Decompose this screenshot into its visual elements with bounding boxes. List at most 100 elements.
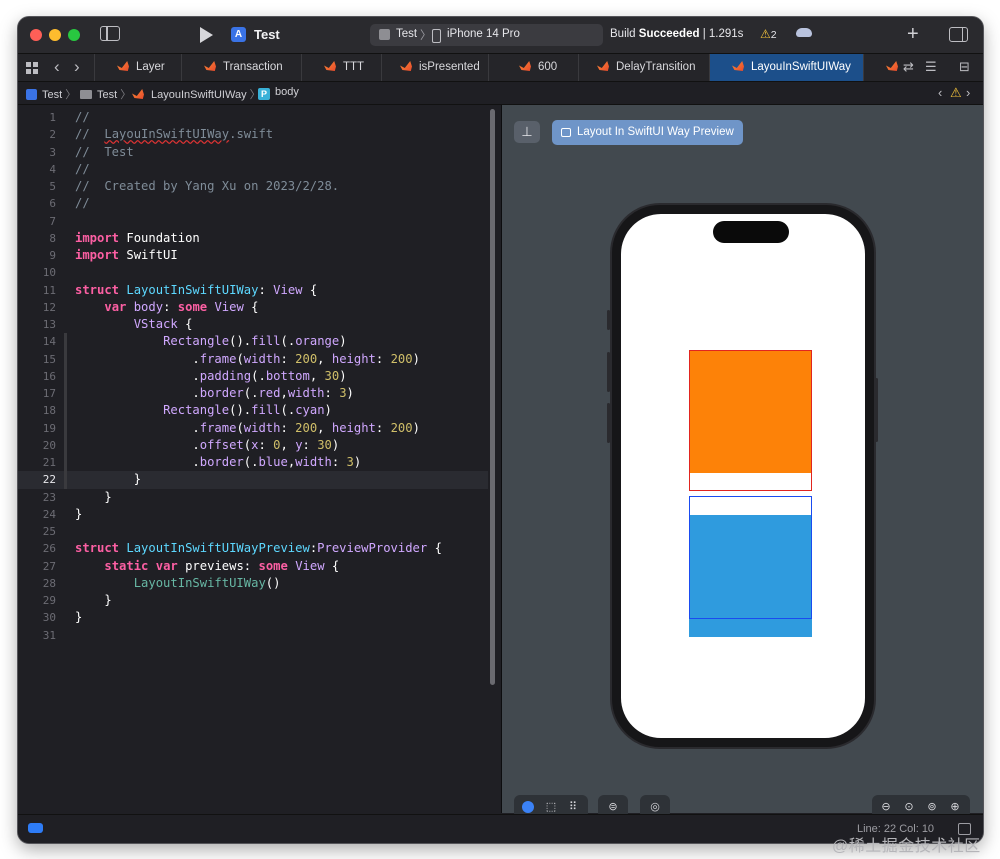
tab-transaction[interactable]: Transaction	[181, 54, 301, 81]
back-chevron-icon[interactable]: ‹	[54, 57, 60, 77]
line-number: 15	[42, 352, 56, 366]
code-line[interactable]: 7	[18, 213, 488, 230]
code-text: .border(.red,width: 3)	[192, 386, 354, 400]
fold-ribbon[interactable]	[64, 436, 67, 454]
zoom-fit-icon[interactable]: ⊚	[924, 799, 940, 815]
zoom-in-icon[interactable]: ⊕	[947, 799, 963, 815]
code-line[interactable]: 20 .offset(x: 0, y: 30)	[18, 436, 488, 454]
fold-ribbon[interactable]	[64, 333, 67, 351]
line-number: 5	[49, 180, 56, 193]
code-line[interactable]: 25	[18, 523, 488, 540]
code-line[interactable]: 10	[18, 264, 488, 281]
code-line[interactable]: 31	[18, 627, 488, 644]
zoom-window-button[interactable]	[68, 29, 80, 41]
code-line[interactable]: 14 Rectangle().fill(.orange)	[18, 333, 488, 351]
tab-layer[interactable]: Layer	[94, 54, 181, 81]
breadcrumb-folder[interactable]: Test 〉	[80, 86, 131, 102]
tab-delaytransition[interactable]: DelayTransition	[578, 54, 709, 81]
fold-ribbon[interactable]	[64, 454, 67, 472]
fold-ribbon[interactable]	[64, 350, 67, 368]
zoom-out-icon[interactable]: ⊖	[878, 799, 894, 815]
add-editor-icon[interactable]: ⊟	[959, 59, 970, 75]
tab-overflow[interactable]	[863, 54, 903, 81]
breadcrumb-file[interactable]: LayouInSwiftUIWay 〉	[132, 86, 261, 102]
debug-area-toggle-icon[interactable]	[28, 823, 43, 833]
code-line[interactable]: 22 }	[18, 471, 488, 489]
code-line[interactable]: 12 var body: some View {	[18, 299, 488, 316]
code-line[interactable]: 30}	[18, 609, 488, 626]
selectable-mode-icon[interactable]: ⬚	[543, 799, 559, 815]
minimize-window-button[interactable]	[49, 29, 61, 41]
code-line[interactable]: 11 struct LayoutInSwiftUIWay: View {	[18, 282, 488, 299]
breadcrumb-symbol[interactable]: Pbody	[258, 86, 299, 100]
run-destination[interactable]: iPhone 14 Pro	[447, 28, 520, 40]
forward-chevron-icon[interactable]: ›	[74, 57, 80, 77]
cloud-icon[interactable]	[796, 28, 812, 37]
fold-ribbon[interactable]	[64, 419, 67, 437]
scheme-target[interactable]: Test	[396, 28, 417, 40]
code-line[interactable]: 1 //	[18, 109, 488, 126]
swap-arrows-icon[interactable]: ⇄	[903, 59, 914, 75]
pin-icon[interactable]: ⊥	[514, 121, 540, 143]
code-text: import Foundation	[75, 230, 200, 245]
code-line[interactable]: 18 Rectangle().fill(.cyan)	[18, 402, 488, 420]
close-window-button[interactable]	[30, 29, 42, 41]
code-line[interactable]: 28 LayoutInSwiftUIWay()	[18, 575, 488, 592]
related-items-grid-icon[interactable]	[26, 62, 38, 74]
fold-ribbon[interactable]	[64, 367, 67, 385]
source-editor[interactable]: 1 // 2 // LayouInSwiftUIWay.swift 3 // Test 4 /…	[18, 105, 501, 813]
property-badge-icon: P	[258, 88, 270, 100]
live-mode-icon[interactable]	[522, 801, 534, 813]
code-line[interactable]: 4 //	[18, 161, 488, 178]
code-line[interactable]: 29 }	[18, 592, 488, 609]
library-add-button[interactable]: +	[907, 23, 919, 46]
device-settings-icon[interactable]: ⊜	[605, 799, 621, 815]
code-lines[interactable]: 1 // 2 // LayouInSwiftUIWay.swift 3 // Test 4 /…	[18, 109, 488, 644]
inspector-toggle-icon[interactable]	[949, 27, 968, 42]
code-text: .padding(.bottom, 30)	[192, 368, 347, 383]
warning-icon[interactable]: ⚠	[950, 85, 962, 101]
profile-icon[interactable]: ◎	[647, 799, 663, 815]
previous-issue-chevron-icon[interactable]: ‹	[938, 85, 942, 100]
fold-ribbon[interactable]	[64, 402, 67, 420]
fold-ribbon[interactable]	[64, 385, 67, 403]
warnings-badge[interactable]: ⚠2	[760, 27, 777, 41]
code-line[interactable]: 26 struct LayoutInSwiftUIWayPreview:Previ…	[18, 540, 488, 557]
code-line[interactable]: 23 }	[18, 489, 488, 506]
zoom-100-icon[interactable]: ⊙	[901, 799, 917, 815]
line-number: 8	[49, 231, 56, 245]
navigator-toggle-icon[interactable]	[100, 26, 120, 41]
next-issue-chevron-icon[interactable]: ›	[966, 85, 970, 100]
device-screen[interactable]	[621, 214, 865, 738]
code-line[interactable]: 13 VStack {	[18, 316, 488, 333]
variants-grid-icon[interactable]: ⠿	[565, 799, 581, 815]
code-line[interactable]: 16 .padding(.bottom, 30)	[18, 367, 488, 385]
tab-600[interactable]: 600	[488, 54, 578, 81]
run-button[interactable]	[200, 27, 213, 43]
line-number: 13	[42, 318, 56, 331]
code-line[interactable]: 15 .frame(width: 200, height: 200)	[18, 350, 488, 368]
editor-scrollbar[interactable]	[490, 109, 495, 685]
tab-layouinswiftuiway[interactable]: LayouInSwiftUIWay	[709, 54, 863, 81]
code-line[interactable]: 3 // Test	[18, 144, 488, 161]
preview-selector[interactable]: Layout In SwiftUI Way Preview	[552, 120, 743, 145]
scheme-selector[interactable]: Test 〉 iPhone 14 Pro	[370, 24, 603, 46]
tab-ispresented[interactable]: isPresented	[381, 54, 488, 81]
code-line[interactable]: 27 static var previews: some View {	[18, 558, 488, 575]
code-line[interactable]: 5 // Created by Yang Xu on 2023/2/28.	[18, 178, 488, 195]
code-text: .frame(width: 200, height: 200)	[192, 420, 420, 435]
breadcrumb-project[interactable]: Test 〉	[26, 86, 76, 102]
code-line[interactable]: 19 .frame(width: 200, height: 200)	[18, 419, 488, 437]
code-text: .border(.blue,width: 3)	[192, 455, 362, 469]
editor-options-icon[interactable]: ☰	[925, 59, 937, 75]
code-line[interactable]: 8 import Foundation	[18, 230, 488, 247]
code-line[interactable]: 9 import SwiftUI	[18, 247, 488, 264]
tab-ttt[interactable]: TTT	[301, 54, 381, 81]
line-number: 20	[42, 438, 56, 452]
code-line[interactable]: 21 .border(.blue,width: 3)	[18, 454, 488, 472]
code-line[interactable]: 2 // LayouInSwiftUIWay.swift	[18, 126, 488, 143]
code-line[interactable]: 24}	[18, 506, 488, 523]
code-line[interactable]: 17 .border(.red,width: 3)	[18, 385, 488, 403]
fold-ribbon[interactable]	[64, 471, 67, 489]
code-line[interactable]: 6 //	[18, 195, 488, 212]
